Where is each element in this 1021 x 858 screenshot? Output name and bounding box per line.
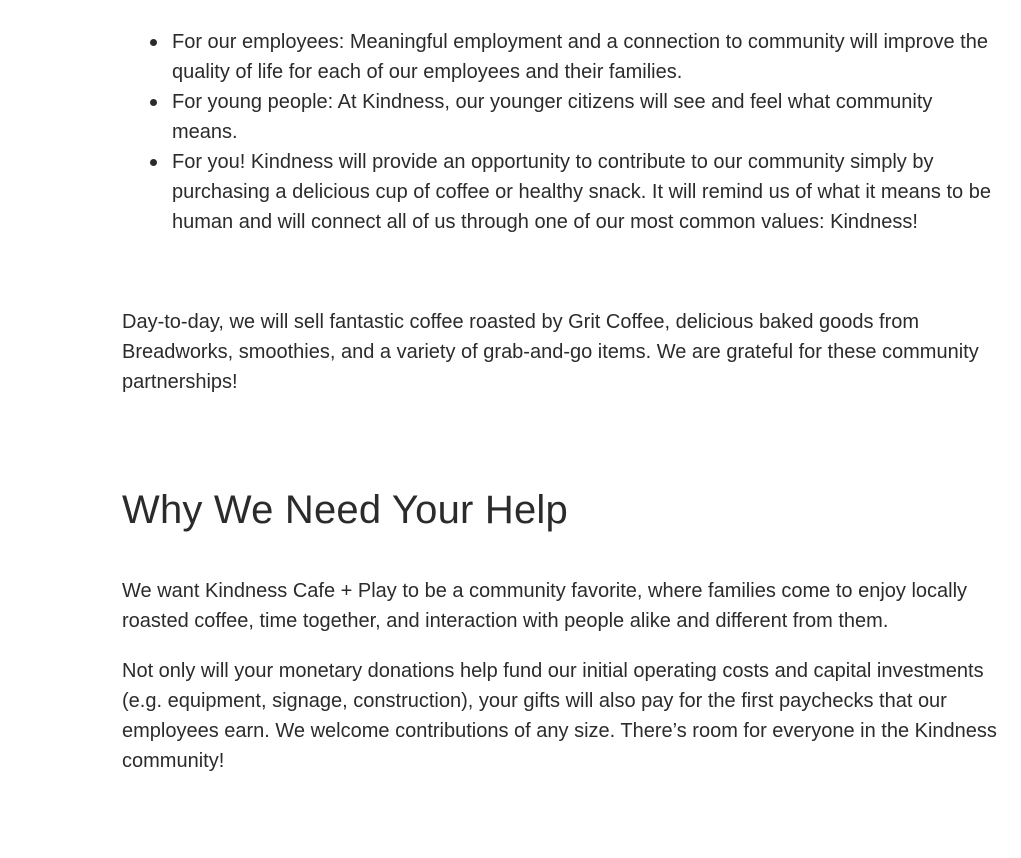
list-item-employees: For our employees: Meaningful employment… <box>150 27 1002 87</box>
day-to-day-paragraph: Day-to-day, we will sell fantastic coffe… <box>122 311 979 393</box>
article-content: For our employees: Meaningful employment… <box>122 27 1002 776</box>
list-item-you: For you! Kindness will provide an opport… <box>150 147 1002 237</box>
benefits-list: For our employees: Meaningful employment… <box>122 27 1002 237</box>
list-item-young-people: For young people: At Kindness, our young… <box>150 87 1002 147</box>
donations-paragraph: Not only will your monetary donations he… <box>122 660 997 772</box>
section-heading: Why We Need Your Help <box>122 488 568 532</box>
community-favorite-paragraph: We want Kindness Cafe + Play to be a com… <box>122 580 968 632</box>
